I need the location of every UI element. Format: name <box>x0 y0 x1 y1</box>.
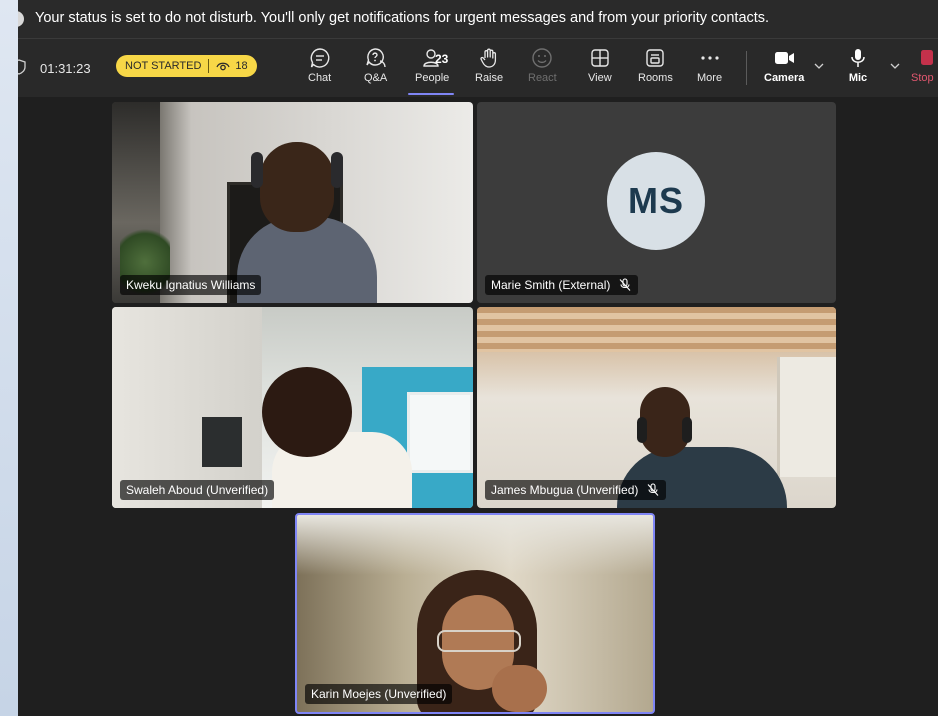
status-divider <box>208 59 210 73</box>
stop-button[interactable]: Stop <box>911 47 934 91</box>
participant-name-label: James Mbugua (Unverified) <box>485 480 667 500</box>
desktop-background <box>0 0 18 716</box>
meeting-timer: 01:31:23 <box>40 61 91 76</box>
raise-hand-icon <box>480 48 497 68</box>
camera-icon <box>775 52 795 64</box>
react-button[interactable]: React <box>528 47 557 91</box>
breakout-rooms-icon <box>646 49 665 67</box>
camera-label: Camera <box>764 72 805 84</box>
participant-name-label: Karin Moejes (Unverified) <box>305 684 453 704</box>
camera-button[interactable]: Camera <box>764 47 804 91</box>
view-label: View <box>588 72 612 84</box>
notification-bar: i Your status is set to do not disturb. … <box>18 0 938 39</box>
camera-options-chevron-icon[interactable] <box>814 61 824 71</box>
grid-view-icon <box>591 49 609 67</box>
video-tile-swaleh[interactable]: Swaleh Aboud (Unverified) <box>112 307 473 508</box>
avatar: MS <box>607 152 705 250</box>
people-count-badge: 23 <box>435 52 449 66</box>
mic-label: Mic <box>848 72 868 84</box>
chat-label: Chat <box>308 72 332 84</box>
raise-label: Raise <box>475 72 504 84</box>
toolbar-divider <box>746 51 747 85</box>
meeting-status-badge[interactable]: NOT STARTED 18 <box>116 55 257 77</box>
active-tab-indicator <box>408 93 454 95</box>
notification-message: Your status is set to do not disturb. Yo… <box>35 10 770 26</box>
participant-name: James Mbugua (Unverified) <box>491 483 639 497</box>
participant-name: Karin Moejes (Unverified) <box>311 687 447 701</box>
people-label: People <box>415 72 450 84</box>
more-button[interactable]: More <box>697 47 722 91</box>
qa-label: Q&A <box>364 72 388 84</box>
participant-name-label: Swaleh Aboud (Unverified) <box>120 480 275 500</box>
video-tile-kweku[interactable]: Kweku Ignatius Williams <box>112 102 473 303</box>
video-tile-karin[interactable]: Karin Moejes (Unverified) <box>295 513 655 714</box>
mic-muted-icon <box>647 483 659 496</box>
eye-icon <box>216 62 231 71</box>
more-icon <box>700 56 719 60</box>
participant-name-label: Marie Smith (External) <box>485 275 639 295</box>
qa-icon <box>365 48 386 68</box>
video-tile-james[interactable]: James Mbugua (Unverified) <box>477 307 836 508</box>
mic-muted-icon <box>619 278 631 291</box>
meeting-toolbar: 01:31:23 NOT STARTED 18 Chat Q&A People … <box>18 39 938 97</box>
shield-icon <box>18 59 26 75</box>
participant-name: Swaleh Aboud (Unverified) <box>126 483 269 497</box>
emoji-icon <box>532 48 553 68</box>
react-label: React <box>528 72 557 84</box>
chat-icon <box>310 48 329 68</box>
participant-name-label: Kweku Ignatius Williams <box>120 275 262 295</box>
video-tile-marie[interactable]: MS Marie Smith (External) <box>477 102 836 303</box>
mic-button[interactable]: Mic <box>847 47 869 91</box>
teams-meeting-window: i Your status is set to do not disturb. … <box>18 0 938 716</box>
rooms-button[interactable]: Rooms <box>638 47 673 91</box>
raise-hand-button[interactable]: Raise <box>475 47 503 91</box>
rooms-label: Rooms <box>638 72 673 84</box>
more-label: More <box>697 72 723 84</box>
view-button[interactable]: View <box>588 47 612 91</box>
qa-button[interactable]: Q&A <box>364 47 387 91</box>
status-label: NOT STARTED <box>125 60 202 72</box>
participant-name: Marie Smith (External) <box>491 278 611 292</box>
participant-name: Kweku Ignatius Williams <box>126 278 256 292</box>
stop-icon <box>921 50 934 65</box>
viewer-count: 18 <box>235 60 248 72</box>
stop-label: Stop <box>911 72 934 84</box>
chat-button[interactable]: Chat <box>308 47 331 91</box>
info-icon: i <box>18 11 24 27</box>
mic-options-chevron-icon[interactable] <box>890 61 900 71</box>
microphone-icon <box>851 49 865 67</box>
